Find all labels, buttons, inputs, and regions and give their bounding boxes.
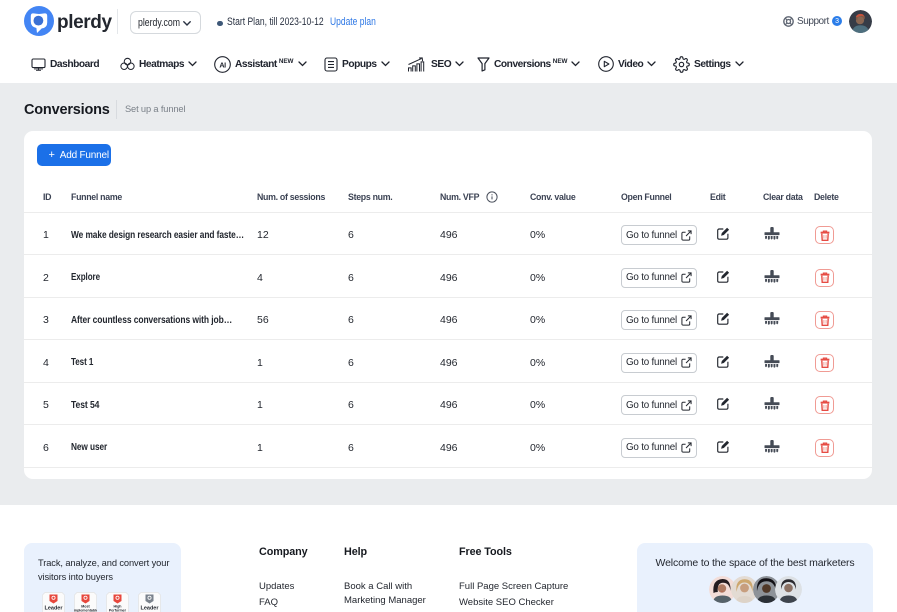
svg-text:Leader: Leader [140,606,159,612]
svg-text:Implementable: Implementable [74,609,97,612]
svg-text:Performer: Performer [109,609,127,612]
svg-text:Leader: Leader [44,606,63,612]
svg-text:AI: AI [219,60,226,69]
